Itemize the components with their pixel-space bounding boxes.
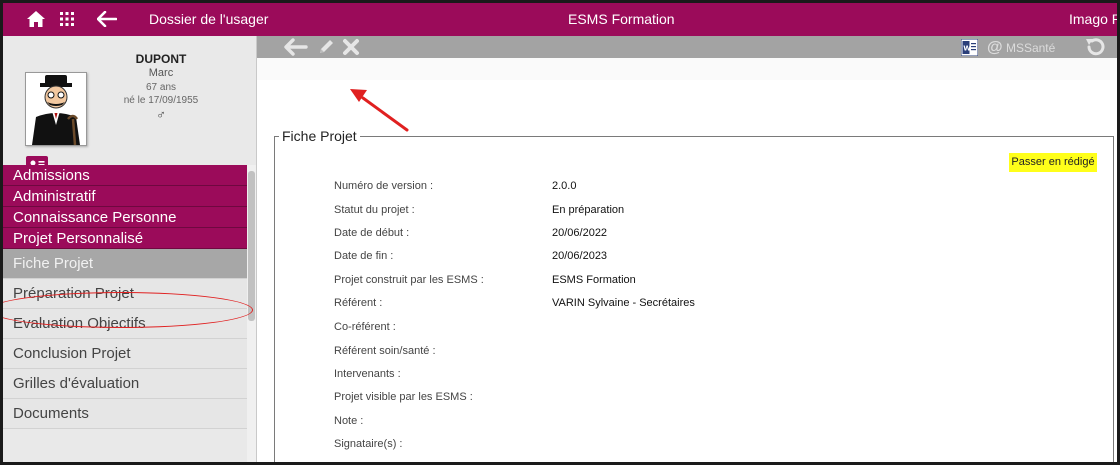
apps-grid-icon[interactable] — [58, 9, 76, 29]
field-label: Note : — [334, 415, 364, 427]
field-value: VARIN Sylvaine - Secrétaires — [552, 297, 695, 309]
patient-birth-date: né le 17/09/1955 — [123, 95, 199, 106]
establishment-title: ESMS Formation — [568, 11, 675, 27]
field-label: Co-référent : — [334, 321, 396, 333]
home-icon[interactable] — [25, 9, 47, 29]
back-arrow-icon[interactable] — [95, 9, 119, 29]
passer-en-redige-button[interactable]: Passer en rédigé — [1009, 153, 1097, 172]
field-label: Référent soin/santé : — [334, 345, 436, 357]
field-value: 20/06/2022 — [552, 227, 608, 239]
field-label: Référent : — [334, 297, 383, 309]
undo-icon[interactable] — [1083, 37, 1107, 57]
menu-category-admissions[interactable]: Admissions — [3, 165, 247, 186]
male-sex-icon: ♂ — [156, 107, 166, 122]
field-label: Date de début : — [334, 227, 410, 239]
back-arrow-icon[interactable] — [283, 37, 309, 57]
field-value: 2.0.0 — [552, 180, 577, 192]
menu-category-connaissance-personne[interactable]: Connaissance Personne — [3, 207, 247, 228]
field-value: 20/06/2023 — [552, 250, 608, 262]
sidebar-scrollbar-thumb[interactable] — [248, 171, 255, 321]
record-title: Dossier de l'usager — [149, 11, 269, 27]
app-window: Dossier de l'usager ESMS Formation Imago… — [0, 0, 1120, 465]
patient-age: 67 ans — [145, 82, 177, 93]
mssante-icon: @ — [987, 39, 1003, 56]
field-label: Date de fin : — [334, 250, 394, 262]
menu-item-fiche-projet[interactable]: Fiche Projet — [3, 249, 247, 279]
annotation-arrow — [350, 89, 409, 132]
svg-text:W: W — [963, 44, 971, 52]
field-value: ESMS Formation — [552, 274, 636, 286]
menu-category-projet-personnalise[interactable]: Projet Personnalisé — [3, 228, 247, 249]
field-label: Projet visible par les ESMS : — [334, 391, 473, 403]
avatar — [25, 72, 87, 146]
delete-icon[interactable] — [340, 37, 362, 57]
patient-first-name: Marc — [148, 67, 174, 79]
menu-item-grilles-evaluation[interactable]: Grilles d'évaluation — [3, 369, 247, 399]
field-value: En préparation — [552, 204, 625, 216]
field-label: Projet construit par les ESMS : — [334, 274, 484, 286]
menu-item-conclusion-projet[interactable]: Conclusion Projet — [3, 339, 247, 369]
pencil-icon[interactable] — [315, 37, 337, 57]
field-label: Signataire(s) : — [334, 438, 403, 450]
field-label: Intervenants : — [334, 368, 401, 380]
field-label: Numéro de version : — [334, 180, 434, 192]
patient-last-name: DUPONT — [135, 52, 187, 66]
top-bar: Dossier de l'usager ESMS Formation Imago… — [3, 3, 1117, 36]
field-label: Statut du projet : — [334, 204, 415, 216]
menu-category-administratif[interactable]: Administratif — [3, 186, 247, 207]
word-icon[interactable]: W — [959, 37, 979, 57]
user-menu[interactable]: Imago RH — [1069, 11, 1117, 27]
annotation-circle — [3, 292, 253, 328]
menu-item-documents[interactable]: Documents — [3, 399, 247, 429]
fiche-projet-legend: Fiche Projet — [279, 128, 360, 144]
mssante-button[interactable]: @ MSSanté — [987, 39, 1055, 57]
mssante-label: MSSanté — [1005, 41, 1056, 55]
toolbar: W @ MSSanté — [257, 36, 1117, 80]
